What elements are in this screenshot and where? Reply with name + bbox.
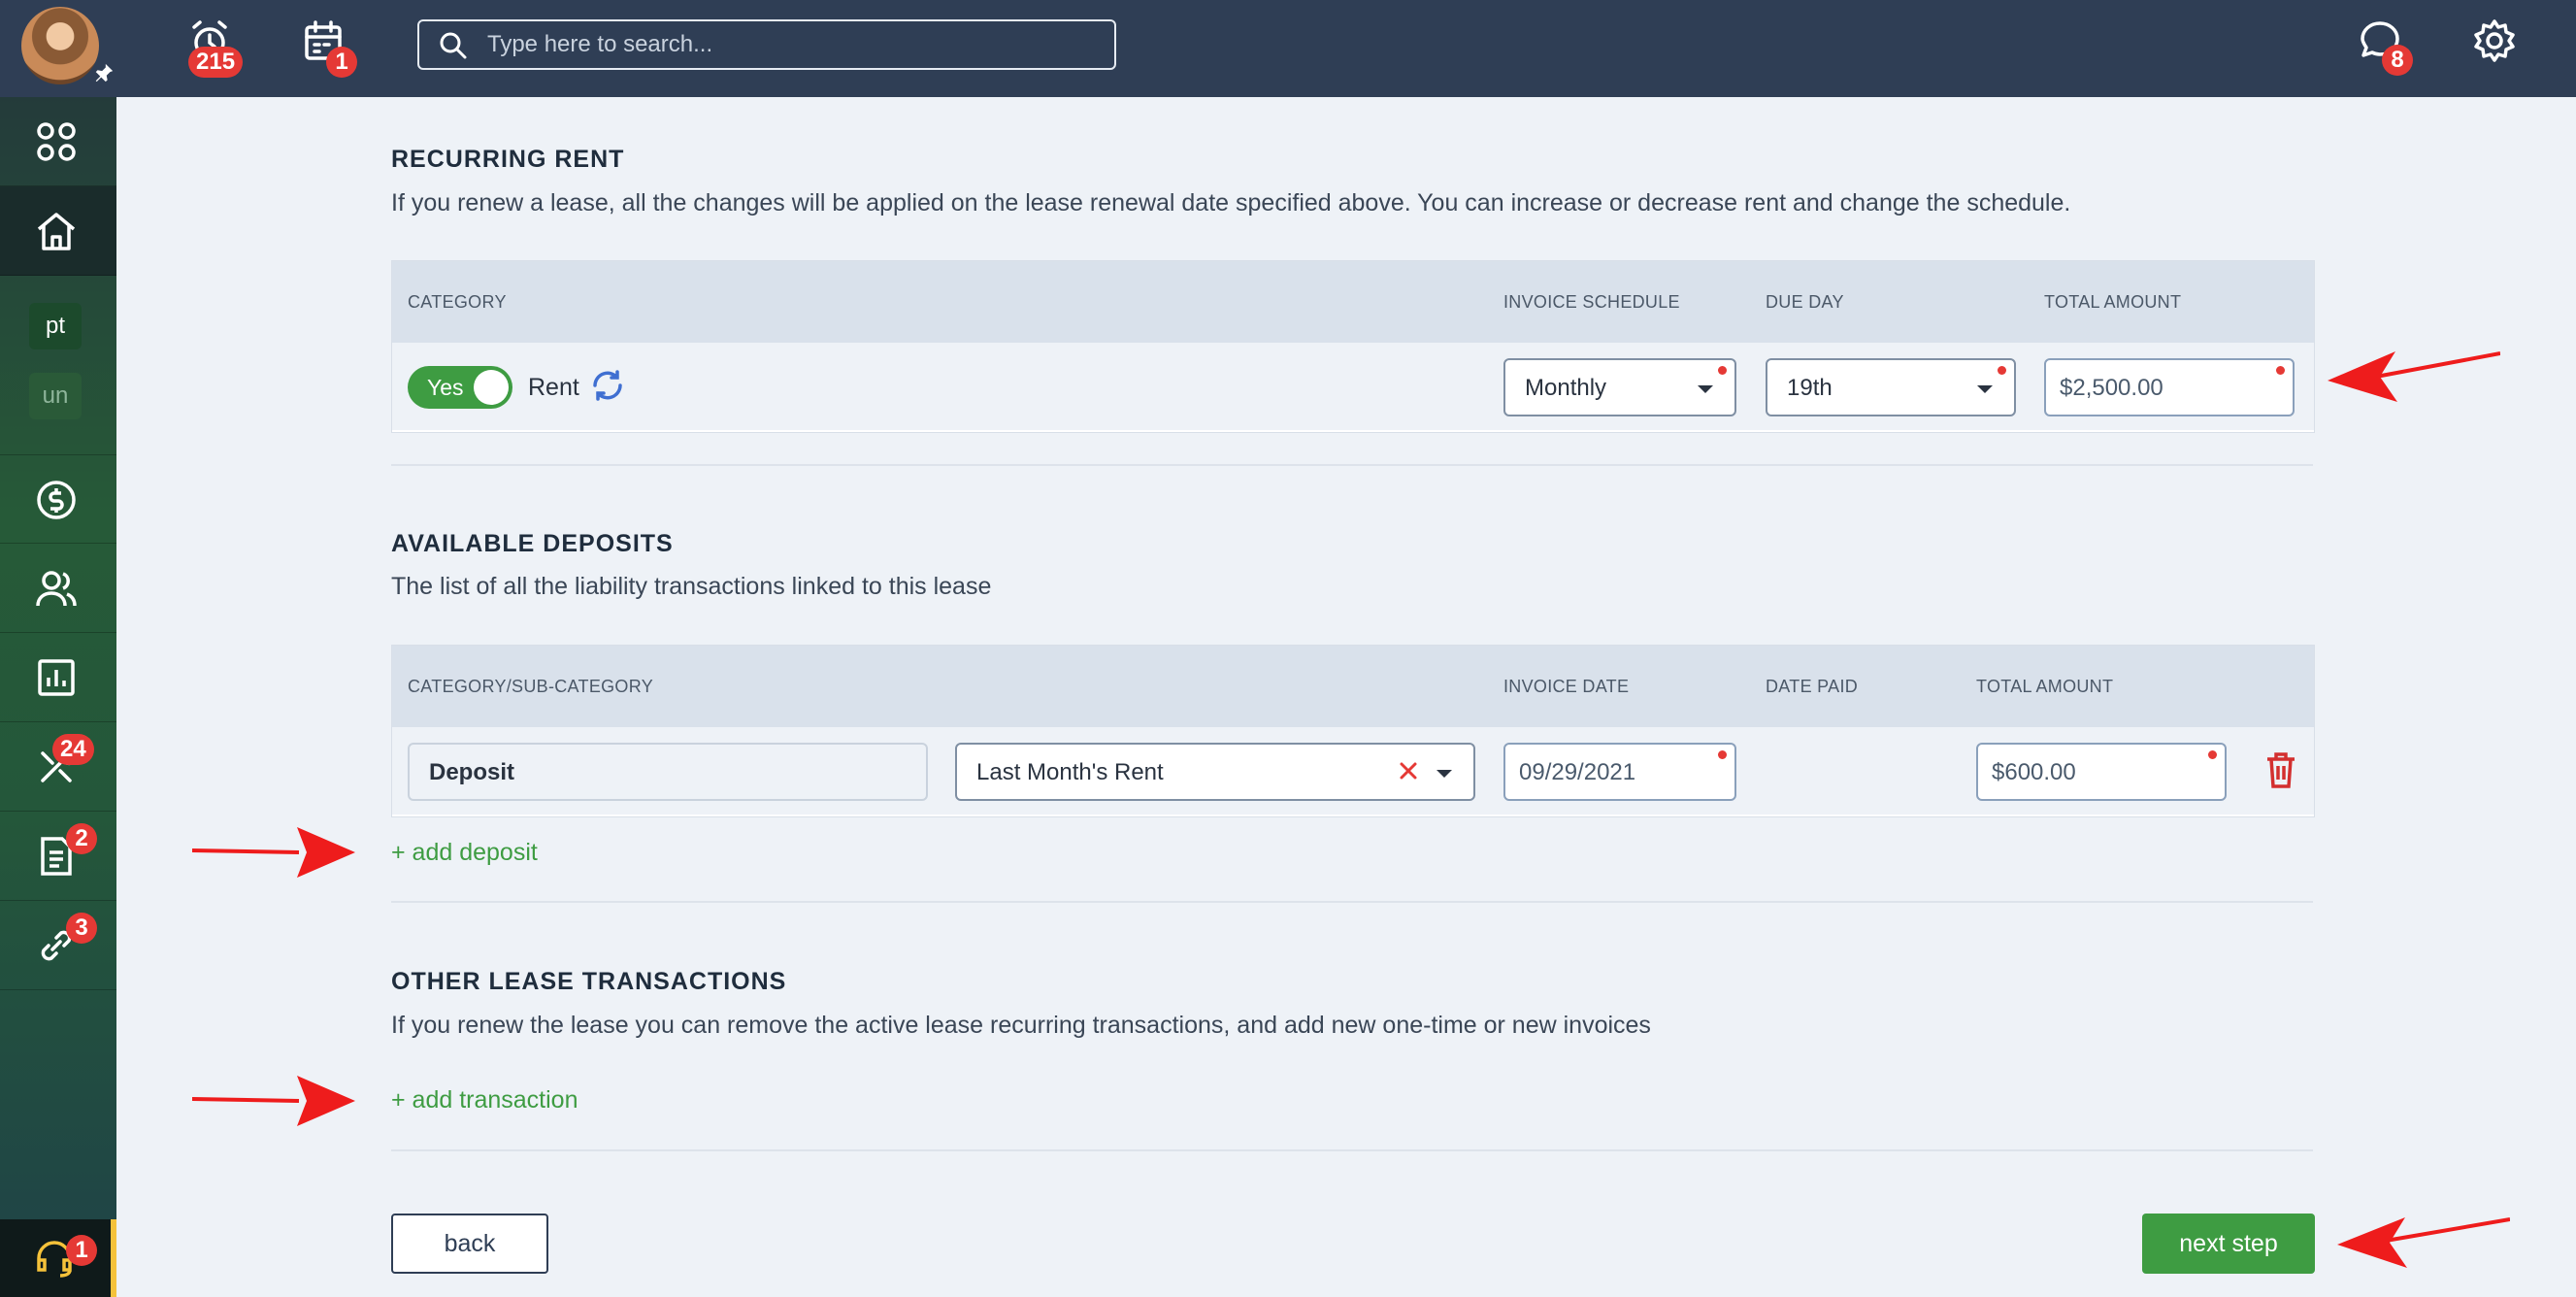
people-icon xyxy=(36,571,77,607)
dollar-circle-icon xyxy=(37,481,76,519)
gear-icon[interactable] xyxy=(2471,17,2518,64)
col-due-day: DUE DAY xyxy=(1766,292,1844,312)
sidebar-item-documents[interactable]: 2 xyxy=(0,812,116,901)
support-button[interactable]: 1 xyxy=(0,1219,116,1297)
recurring-rent-title: RECURRING RENT xyxy=(391,146,625,173)
sidebar-item-apps[interactable] xyxy=(0,97,116,186)
deposits-table: CATEGORY/SUB-CATEGORY INVOICE DATE DATE … xyxy=(391,645,2315,817)
sub-category-select[interactable]: Last Month's Rent xyxy=(955,743,1475,801)
annotation-arrow-icon xyxy=(192,827,355,878)
sidebar: pt un 24 2 3 xyxy=(0,97,116,1297)
section-divider xyxy=(391,464,2313,466)
add-deposit-link[interactable]: + add deposit xyxy=(391,839,538,867)
section-divider xyxy=(391,901,2313,903)
pin-icon xyxy=(93,62,115,83)
back-button[interactable]: back xyxy=(391,1214,548,1274)
total-amount-value: $2,500.00 xyxy=(2060,375,2163,401)
due-day-value: 19th xyxy=(1787,375,1833,401)
calendar-badge: 1 xyxy=(326,47,357,78)
search-input[interactable] xyxy=(487,29,1089,60)
due-day-select[interactable]: 19th xyxy=(1766,358,2016,416)
user-avatar[interactable] xyxy=(21,7,99,84)
sync-icon[interactable] xyxy=(588,366,627,405)
deposit-amount-input[interactable]: $600.00 xyxy=(1976,743,2227,801)
top-bar: 215 1 8 xyxy=(0,0,2576,97)
col-date-paid: DATE PAID xyxy=(1766,677,1859,696)
add-transaction-link[interactable]: + add transaction xyxy=(391,1086,578,1114)
table-header: CATEGORY INVOICE SCHEDULE DUE DAY TOTAL … xyxy=(392,261,2314,343)
section-divider xyxy=(391,1149,2313,1151)
sidebar-item-finance[interactable] xyxy=(0,454,116,544)
sub-category-value: Last Month's Rent xyxy=(976,759,1164,785)
annotation-arrow-icon xyxy=(192,1076,355,1126)
support-badge: 1 xyxy=(66,1235,97,1266)
annotation-arrow-icon xyxy=(2328,351,2500,402)
sidebar-item-reports[interactable] xyxy=(0,633,116,722)
active-toggle[interactable]: Yes xyxy=(408,366,512,409)
invoice-schedule-select[interactable]: Monthly xyxy=(1503,358,1736,416)
col-total-amount: TOTAL AMOUNT xyxy=(1976,677,2114,696)
required-indicator xyxy=(1718,366,1727,375)
chat-badge: 8 xyxy=(2382,45,2413,76)
table-row: Yes Rent Monthly 19th $2,500.00 xyxy=(392,343,2314,430)
sidebar-item-home[interactable] xyxy=(0,186,116,276)
search-icon xyxy=(440,32,467,59)
total-amount-input[interactable]: $2,500.00 xyxy=(2044,358,2295,416)
links-badge: 3 xyxy=(66,913,97,944)
required-indicator xyxy=(2208,750,2217,759)
deposit-amount-value: $600.00 xyxy=(1992,759,2076,785)
available-deposits-title: AVAILABLE DEPOSITS xyxy=(391,530,674,557)
next-step-button[interactable]: next step xyxy=(2142,1214,2315,1274)
chevron-down-icon xyxy=(1698,385,1713,393)
sidebar-item-links[interactable]: 3 xyxy=(0,901,116,990)
toggle-label: Yes xyxy=(427,375,464,400)
invoice-schedule-value: Monthly xyxy=(1525,375,1607,401)
trash-icon[interactable] xyxy=(2264,750,2297,789)
search-box[interactable] xyxy=(417,19,1116,70)
sidebar-chip-pt[interactable]: pt xyxy=(29,303,82,349)
col-total-amount: TOTAL AMOUNT xyxy=(2044,292,2182,312)
sidebar-item-maintenance[interactable]: 24 xyxy=(0,722,116,812)
documents-badge: 2 xyxy=(66,823,97,854)
required-indicator xyxy=(2276,366,2285,375)
available-deposits-description: The list of all the liability transactio… xyxy=(391,573,992,600)
toggle-knob xyxy=(474,370,509,405)
recurring-rent-table: CATEGORY INVOICE SCHEDULE DUE DAY TOTAL … xyxy=(391,260,2315,433)
other-transactions-title: OTHER LEASE TRANSACTIONS xyxy=(391,968,787,995)
invoice-date-value: 09/29/2021 xyxy=(1519,759,1636,785)
col-category: CATEGORY xyxy=(408,292,507,312)
apps-grid-icon xyxy=(37,122,76,161)
category-label: Rent xyxy=(528,374,579,401)
other-transactions-description: If you renew the lease you can remove th… xyxy=(391,1012,1651,1039)
recurring-rent-description: If you renew a lease, all the changes wi… xyxy=(391,189,2071,216)
home-icon xyxy=(37,213,76,250)
deposit-category-value: Deposit xyxy=(429,759,515,785)
required-indicator xyxy=(1718,750,1727,759)
chevron-down-icon xyxy=(1437,770,1452,778)
required-indicator xyxy=(1998,366,2006,375)
deposit-category-field: Deposit xyxy=(408,743,928,801)
alarm-badge: 215 xyxy=(188,47,244,78)
clear-icon[interactable] xyxy=(1394,756,1423,785)
tools-badge: 24 xyxy=(52,734,94,765)
table-row: Deposit Last Month's Rent 09/29/2021 $60… xyxy=(392,727,2314,815)
annotation-arrow-icon xyxy=(2337,1217,2510,1268)
col-category-subcategory: CATEGORY/SUB-CATEGORY xyxy=(408,677,654,696)
col-invoice-date: INVOICE DATE xyxy=(1503,677,1630,696)
col-invoice-schedule: INVOICE SCHEDULE xyxy=(1503,292,1680,312)
bar-chart-icon xyxy=(38,659,75,696)
chevron-down-icon xyxy=(1977,385,1993,393)
sidebar-chip-un[interactable]: un xyxy=(29,373,82,419)
sidebar-item-people[interactable] xyxy=(0,544,116,633)
invoice-date-input[interactable]: 09/29/2021 xyxy=(1503,743,1736,801)
table-header: CATEGORY/SUB-CATEGORY INVOICE DATE DATE … xyxy=(392,646,2314,727)
